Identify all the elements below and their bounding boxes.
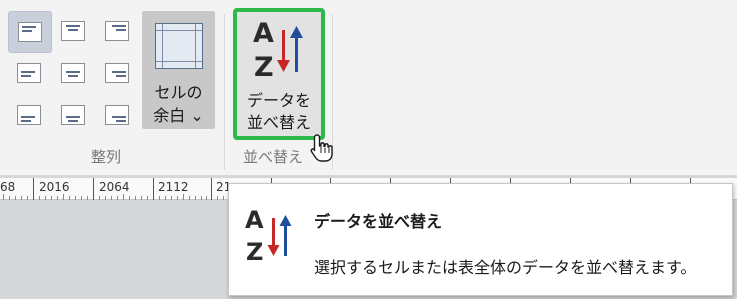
align-top-right-button[interactable] bbox=[96, 11, 140, 53]
sort-label-line2: 並べ替え bbox=[246, 113, 311, 132]
align-middle-center-button[interactable] bbox=[52, 53, 96, 95]
align-bottom-right-icon bbox=[105, 105, 129, 125]
align-middle-left-icon bbox=[17, 63, 41, 83]
align-middle-right-button[interactable] bbox=[96, 53, 140, 95]
cell-margins-label-line1: セルの bbox=[154, 83, 203, 102]
ribbon: セルの 余白 ⌄ 整列 A Z データを 並べ替え 並べ替え bbox=[0, 0, 737, 176]
alignment-group-label: 整列 bbox=[91, 148, 122, 166]
ruler-label: 2112 bbox=[158, 180, 189, 194]
align-top-center-icon bbox=[61, 21, 85, 41]
ruler-label: 68 bbox=[0, 180, 16, 194]
align-middle-left-button[interactable] bbox=[8, 53, 52, 95]
sort-label-line1: データを bbox=[246, 91, 311, 110]
align-bottom-left-icon bbox=[17, 105, 41, 125]
ruler-label: 2064 bbox=[99, 180, 130, 194]
sort-tooltip: A Z データを並べ替え 選択するセルまたは表全体のデータを並べ替えます。 bbox=[228, 183, 733, 296]
align-middle-right-icon bbox=[105, 63, 129, 83]
ruler-label: 2016 bbox=[39, 180, 70, 194]
az-sort-icon: A Z bbox=[245, 206, 299, 266]
hand-pointer-icon bbox=[310, 134, 333, 162]
sort-button[interactable]: A Z データを 並べ替え bbox=[233, 8, 325, 140]
align-bottom-center-button[interactable] bbox=[52, 95, 96, 137]
cell-margins-button[interactable]: セルの 余白 ⌄ bbox=[142, 11, 215, 129]
sort-label: データを 並べ替え bbox=[237, 90, 321, 134]
align-top-right-icon bbox=[105, 21, 129, 41]
tooltip-description: 選択するセルまたは表全体のデータを並べ替えます。 bbox=[314, 258, 697, 277]
align-top-left-icon bbox=[18, 22, 42, 42]
cell-margins-icon bbox=[155, 23, 203, 69]
cell-margins-label-line2: 余白 ⌄ bbox=[153, 106, 204, 125]
align-bottom-center-icon bbox=[61, 105, 85, 125]
align-bottom-right-button[interactable] bbox=[96, 95, 140, 137]
tooltip-title: データを並べ替え bbox=[314, 212, 443, 231]
align-bottom-left-button[interactable] bbox=[8, 95, 52, 137]
align-top-center-button[interactable] bbox=[52, 11, 96, 53]
align-top-left-button[interactable] bbox=[8, 11, 52, 53]
sort-group-label: 並べ替え bbox=[243, 148, 304, 166]
align-middle-center-icon bbox=[61, 63, 85, 83]
group-separator bbox=[224, 14, 225, 170]
cell-margins-label: セルの 余白 ⌄ bbox=[142, 81, 215, 127]
az-sort-icon: A Z bbox=[253, 16, 313, 83]
